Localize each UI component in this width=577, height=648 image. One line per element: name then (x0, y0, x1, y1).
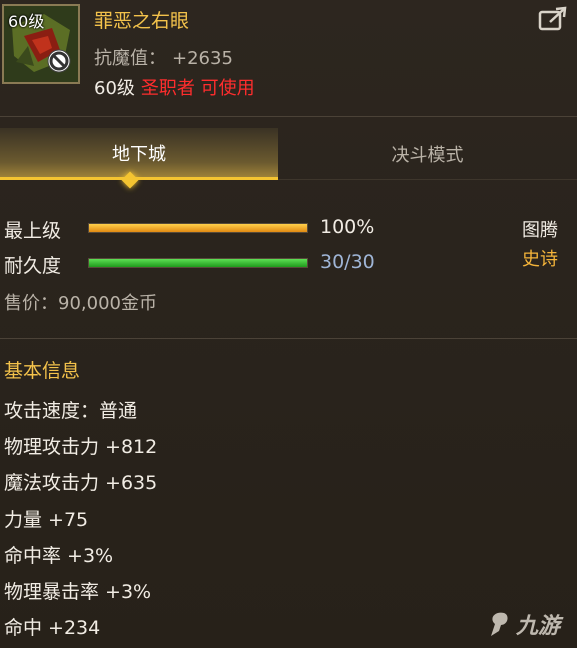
sell-price: 售价：90,000金币 (4, 293, 157, 314)
section-divider (0, 338, 577, 339)
required-level: 60级 (94, 78, 135, 99)
item-rarity: 史诗 (522, 249, 558, 270)
unusable-icon (47, 49, 71, 73)
stat-attack-speed: 攻击速度：普通 (4, 400, 138, 422)
required-class: 圣职者 可使用 (140, 78, 255, 99)
item-name: 罪恶之右眼 (94, 10, 190, 32)
stat-magic-attack: 魔法攻击力 +635 (4, 472, 158, 494)
tab-pvp-mode[interactable]: 决斗模式 (278, 128, 577, 180)
stat-accuracy: 命中 +234 (4, 617, 101, 639)
stat-strength: 力量 +75 (4, 509, 89, 531)
site-logo-icon (491, 612, 508, 636)
stat-physical-crit: 物理暴击率 +3% (4, 581, 152, 603)
grade-percent: 100% (320, 216, 375, 238)
grade-bar (88, 223, 308, 233)
stat-hit-rate: 命中率 +3% (4, 545, 114, 567)
header-divider (0, 116, 577, 117)
item-tooltip-panel: 60级 罪恶之右眼 抗魔值： +2635 60级 圣职者 可使用 地下城 决斗模式 … (0, 0, 577, 648)
durability-bar-fill (89, 259, 307, 267)
share-icon[interactable] (538, 6, 568, 32)
item-level-tag: 60级 (8, 12, 45, 31)
tab-dungeon[interactable]: 地下城 (0, 128, 278, 180)
item-category: 图腾 (522, 220, 558, 241)
item-icon: 60级 (2, 4, 80, 84)
durability-value: 30/30 (320, 251, 375, 273)
basic-info-title: 基本信息 (4, 360, 81, 382)
watermark-text: 九游 (516, 614, 561, 639)
magic-resist-label: 抗魔值： (94, 48, 166, 69)
grade-label: 最上级 (4, 220, 62, 242)
magic-resist-row: 抗魔值： +2635 (94, 44, 233, 70)
durability-label: 耐久度 (4, 255, 62, 277)
requirement-row: 60级 圣职者 可使用 (94, 74, 255, 100)
stat-physical-attack: 物理攻击力 +812 (4, 436, 158, 458)
magic-resist-value: +2635 (172, 48, 233, 69)
site-watermark: 九游 (486, 604, 574, 644)
grade-bar-fill (89, 224, 307, 232)
durability-bar (88, 258, 308, 268)
